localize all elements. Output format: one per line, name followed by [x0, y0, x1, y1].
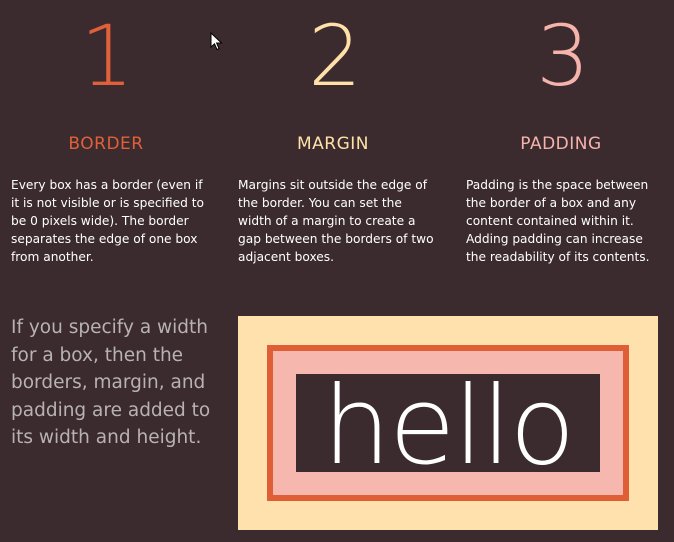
heading-margin: MARGIN [296, 134, 369, 154]
content-area: hello [296, 374, 600, 472]
number-two: 2 [308, 7, 361, 105]
margin-description: Margins sit outside the edge of the bord… [238, 178, 434, 264]
number-three: 3 [536, 7, 589, 105]
mouse-pointer-icon [210, 32, 223, 51]
margin-area: hello [238, 316, 658, 530]
heading-padding: PADDING [520, 134, 602, 154]
hello-text: hello [322, 374, 576, 472]
intro-text: If you specify a width for a box, then t… [11, 317, 211, 448]
heading-border: BORDER [68, 134, 144, 154]
padding-description: Padding is the space between the border … [466, 178, 650, 264]
border-area: hello [267, 345, 629, 501]
border-description: Every box has a border (even if it is no… [11, 178, 204, 264]
number-one: 1 [80, 7, 133, 105]
